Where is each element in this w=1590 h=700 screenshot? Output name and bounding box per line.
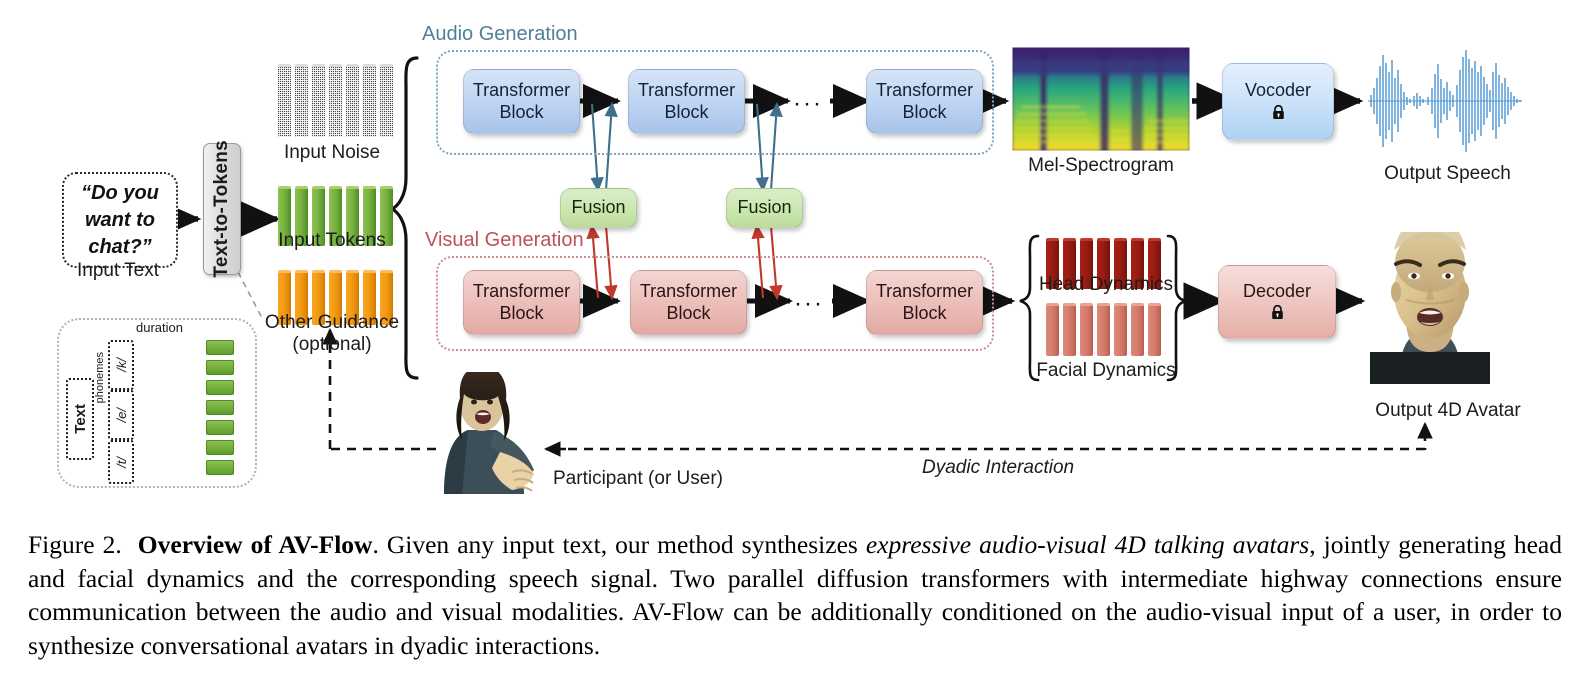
other-guidance-label-line1: Other Guidance (264, 312, 400, 333)
inset-text-box: Text (66, 378, 94, 460)
visual-transformer-block-3[interactable]: Transformer Block (866, 270, 983, 335)
block-line1: Transformer (875, 281, 974, 302)
input-text-bubble: “Do you want to chat?” (62, 172, 178, 268)
output-speech-label: Output Speech (1384, 163, 1511, 184)
block-line2: Block (666, 302, 711, 323)
vocoder-block[interactable]: Vocoder (1222, 63, 1334, 140)
inset-token (206, 340, 234, 355)
visual-transformer-block-1[interactable]: Transformer Block (463, 270, 580, 335)
noise-bar (363, 64, 376, 137)
inset-token (206, 420, 234, 435)
inset-phoneme-label: /t/ (113, 456, 129, 468)
caption-emphasis: expressive audio-visual 4D talking avata… (865, 530, 1310, 559)
audio-ellipsis: ··· (793, 90, 823, 117)
audio-transformer-block-3[interactable]: Transformer Block (866, 69, 983, 134)
decoder-label: Decoder (1242, 280, 1312, 301)
block-line1: Transformer (639, 281, 738, 302)
facial-dynamics-bar (1114, 303, 1127, 356)
noise-bar (346, 64, 359, 137)
audio-transformer-block-2[interactable]: Transformer Block (628, 69, 745, 134)
participant-label: Participant (or User) (553, 468, 723, 489)
caption-part-a: . Given any input text, our method synth… (372, 530, 866, 559)
inset-phoneme-t: /t/ (108, 440, 134, 484)
inset-token (206, 440, 234, 455)
facial-dynamics-strip (1046, 303, 1161, 356)
facial-dynamics-bar (1063, 303, 1076, 356)
inset-output-tokens (206, 340, 234, 475)
input-noise-strip (278, 64, 393, 137)
block-line1: Transformer (637, 80, 736, 101)
text-to-tokens-block[interactable]: Text-to-Tokens (203, 140, 241, 278)
block-line2: Block (499, 101, 544, 122)
head-dynamics-label: Head Dynamics (1038, 274, 1174, 295)
other-guidance-label-line2: (optional) (292, 334, 372, 355)
audio-transformer-block-1[interactable]: Transformer Block (463, 69, 580, 134)
input-noise-label: Input Noise (283, 142, 381, 163)
facial-dynamics-bar (1131, 303, 1144, 356)
inset-phoneme-e: /e/ (108, 390, 134, 440)
fusion-block-1[interactable]: Fusion (560, 188, 637, 228)
noise-bar (278, 64, 291, 137)
facial-dynamics-label: Facial Dynamics (1036, 360, 1176, 381)
mel-spectrogram-image (1011, 46, 1191, 152)
visual-transformer-block-2[interactable]: Transformer Block (630, 270, 747, 335)
facial-dynamics-bar (1046, 303, 1059, 356)
inset-token (206, 460, 234, 475)
block-line2: Block (902, 302, 947, 323)
figure-title: Overview of AV-Flow (137, 530, 373, 559)
output-speech-waveform (1368, 50, 1522, 152)
inset-duration-label: duration (136, 320, 183, 335)
inset-phoneme-k: /k/ (108, 340, 134, 390)
audio-generation-label: Audio Generation (422, 23, 578, 45)
input-text-line2: want to (85, 208, 155, 231)
inset-token (206, 360, 234, 375)
inset-token (206, 400, 234, 415)
vocoder-label: Vocoder (1244, 80, 1312, 101)
output-avatar-image (1370, 232, 1490, 384)
inset-phoneme-label: /k/ (113, 358, 129, 372)
facial-dynamics-bar (1080, 303, 1093, 356)
block-line1: Transformer (875, 80, 974, 101)
output-avatar-label: Output 4D Avatar (1375, 400, 1521, 421)
visual-ellipsis: ··· (794, 290, 824, 317)
noise-bar (295, 64, 308, 137)
dyadic-interaction-label: Dyadic Interaction (922, 457, 1075, 478)
figure-canvas: “Do you want to chat?” Input Text Text-t… (0, 0, 1590, 700)
lock-icon (1271, 304, 1284, 323)
facial-dynamics-bar (1097, 303, 1110, 356)
block-line1: Transformer (472, 281, 571, 302)
figure-number: Figure 2. (28, 530, 122, 559)
mel-spectrogram-label: Mel-Spectrogram (1028, 155, 1174, 176)
block-line2: Block (499, 302, 544, 323)
input-text-line1: “Do you (81, 181, 159, 204)
inset-token (206, 380, 234, 395)
block-line2: Block (902, 101, 947, 122)
participant-image (432, 372, 550, 494)
noise-bar (329, 64, 342, 137)
block-line2: Block (664, 101, 709, 122)
decoder-block[interactable]: Decoder (1218, 265, 1336, 339)
noise-bar (312, 64, 325, 137)
input-tokens-label: Input Tokens (278, 230, 386, 251)
fusion-block-2[interactable]: Fusion (726, 188, 803, 228)
figure-caption: Figure 2. Overview of AV-Flow. Given any… (28, 528, 1562, 663)
inset-phonemes-label: phonemes (94, 352, 106, 404)
visual-generation-label: Visual Generation (425, 229, 584, 251)
text-to-tokens-label: Text-to-Tokens (211, 140, 232, 278)
block-line1: Transformer (472, 80, 571, 101)
inset-phoneme-label: /e/ (113, 407, 129, 423)
lock-icon (1272, 104, 1285, 123)
facial-dynamics-bar (1148, 303, 1161, 356)
inset-text-label: Text (71, 404, 89, 434)
fusion-label: Fusion (737, 197, 792, 218)
noise-bar (380, 64, 393, 137)
input-text-line3: chat?” (88, 235, 152, 258)
fusion-label: Fusion (571, 197, 626, 218)
input-text-caption: Input Text (76, 260, 160, 281)
